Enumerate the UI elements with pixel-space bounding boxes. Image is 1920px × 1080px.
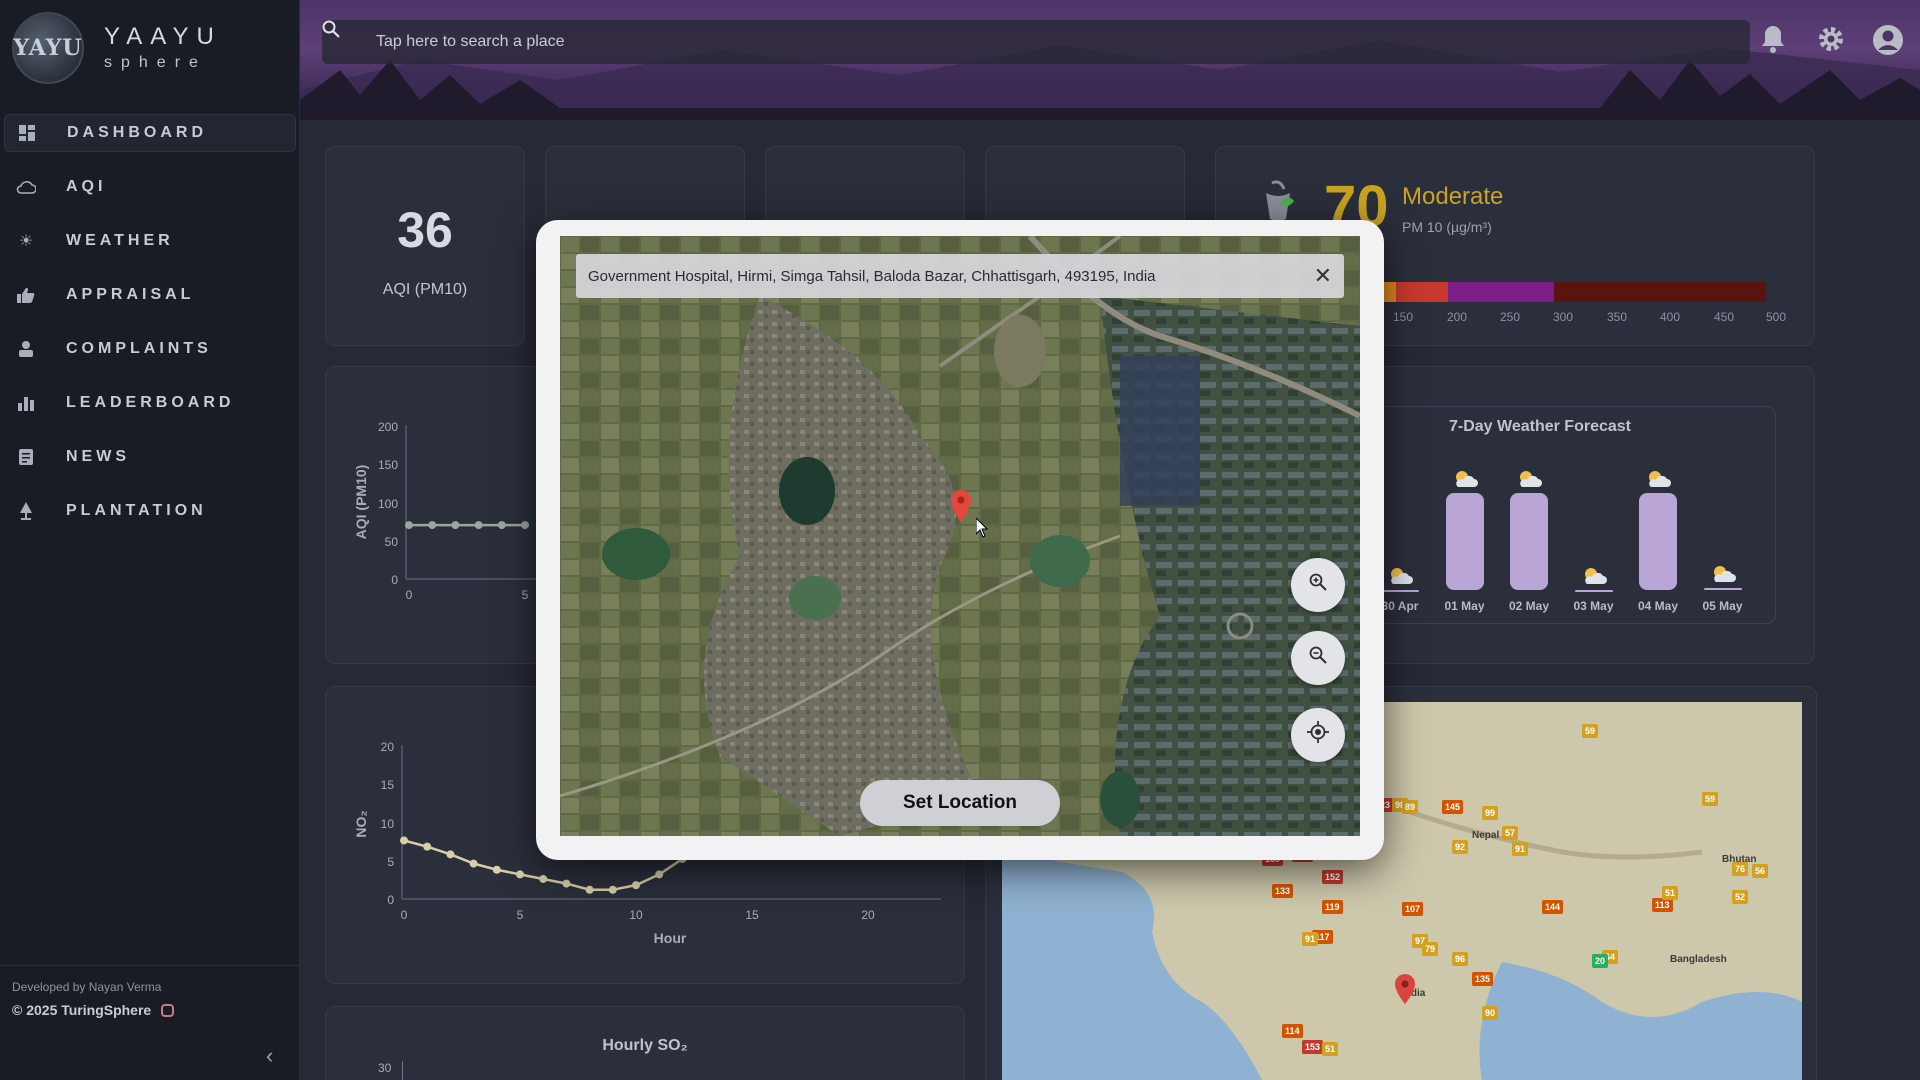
satellite-imagery: [560, 236, 1360, 836]
close-icon[interactable]: ✕: [1314, 263, 1332, 289]
satellite-map[interactable]: Government Hospital, Hirmi, Simga Tahsil…: [560, 236, 1360, 836]
location-pin-icon[interactable]: [950, 490, 972, 527]
zoom-out-button[interactable]: [1291, 631, 1345, 685]
selected-address: Government Hospital, Hirmi, Simga Tahsil…: [588, 267, 1156, 285]
address-bar: Government Hospital, Hirmi, Simga Tahsil…: [576, 254, 1344, 298]
locate-me-button[interactable]: [1291, 708, 1345, 762]
location-picker-modal: Government Hospital, Hirmi, Simga Tahsil…: [536, 220, 1384, 860]
mouse-cursor-icon: [975, 516, 989, 543]
zoom-in-button[interactable]: [1291, 558, 1345, 612]
gps-crosshair-icon: [1307, 721, 1329, 749]
zoom-out-icon: [1309, 646, 1327, 670]
zoom-in-icon: [1309, 573, 1327, 597]
set-location-button[interactable]: Set Location: [860, 780, 1060, 826]
